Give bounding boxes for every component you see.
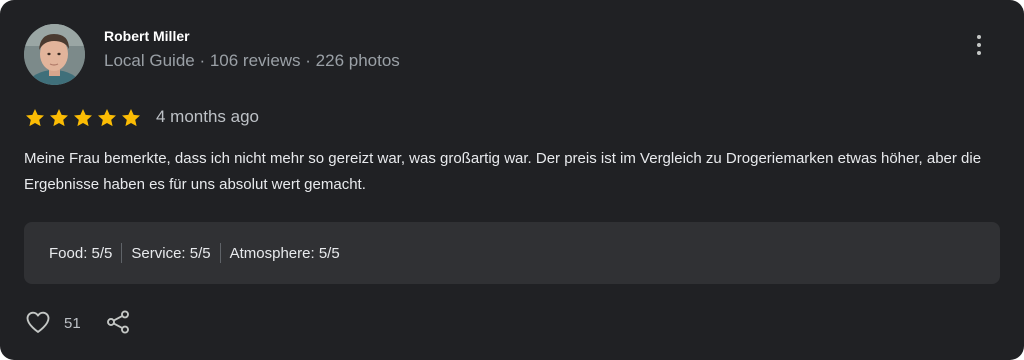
sub-rating-item: Service: 5/5 — [131, 244, 211, 262]
author-name[interactable]: Robert Miller — [104, 28, 190, 44]
more-vert-icon — [977, 35, 981, 39]
heart-icon — [24, 308, 52, 336]
sub-ratings-panel: Food: 5/5 Service: 5/5 Atmosphere: 5/5 — [24, 222, 1000, 284]
review-text: Meine Frau bemerkte, dass ich nicht mehr… — [24, 150, 982, 193]
sub-rating-item: Atmosphere: 5/5 — [229, 244, 340, 262]
like-count: 51 — [64, 315, 81, 332]
star-icon — [122, 109, 140, 127]
share-icon — [104, 308, 132, 336]
star-icon — [74, 109, 92, 127]
star-icon — [26, 109, 44, 127]
sub-rating-item: Food: 5/5 — [49, 244, 113, 262]
more-options-button[interactable] — [966, 30, 992, 60]
star-icon — [98, 109, 116, 127]
star-rating — [24, 107, 142, 129]
review-card: Robert Miller Local Guide · 106 reviews … — [0, 0, 1024, 360]
review-time: 4 months ago — [156, 107, 260, 126]
avatar[interactable] — [24, 24, 85, 85]
author-meta: Local Guide · 106 reviews · 226 photos — [104, 51, 400, 70]
like-button[interactable] — [24, 308, 52, 336]
share-button[interactable] — [104, 308, 132, 336]
star-icon — [50, 109, 68, 127]
